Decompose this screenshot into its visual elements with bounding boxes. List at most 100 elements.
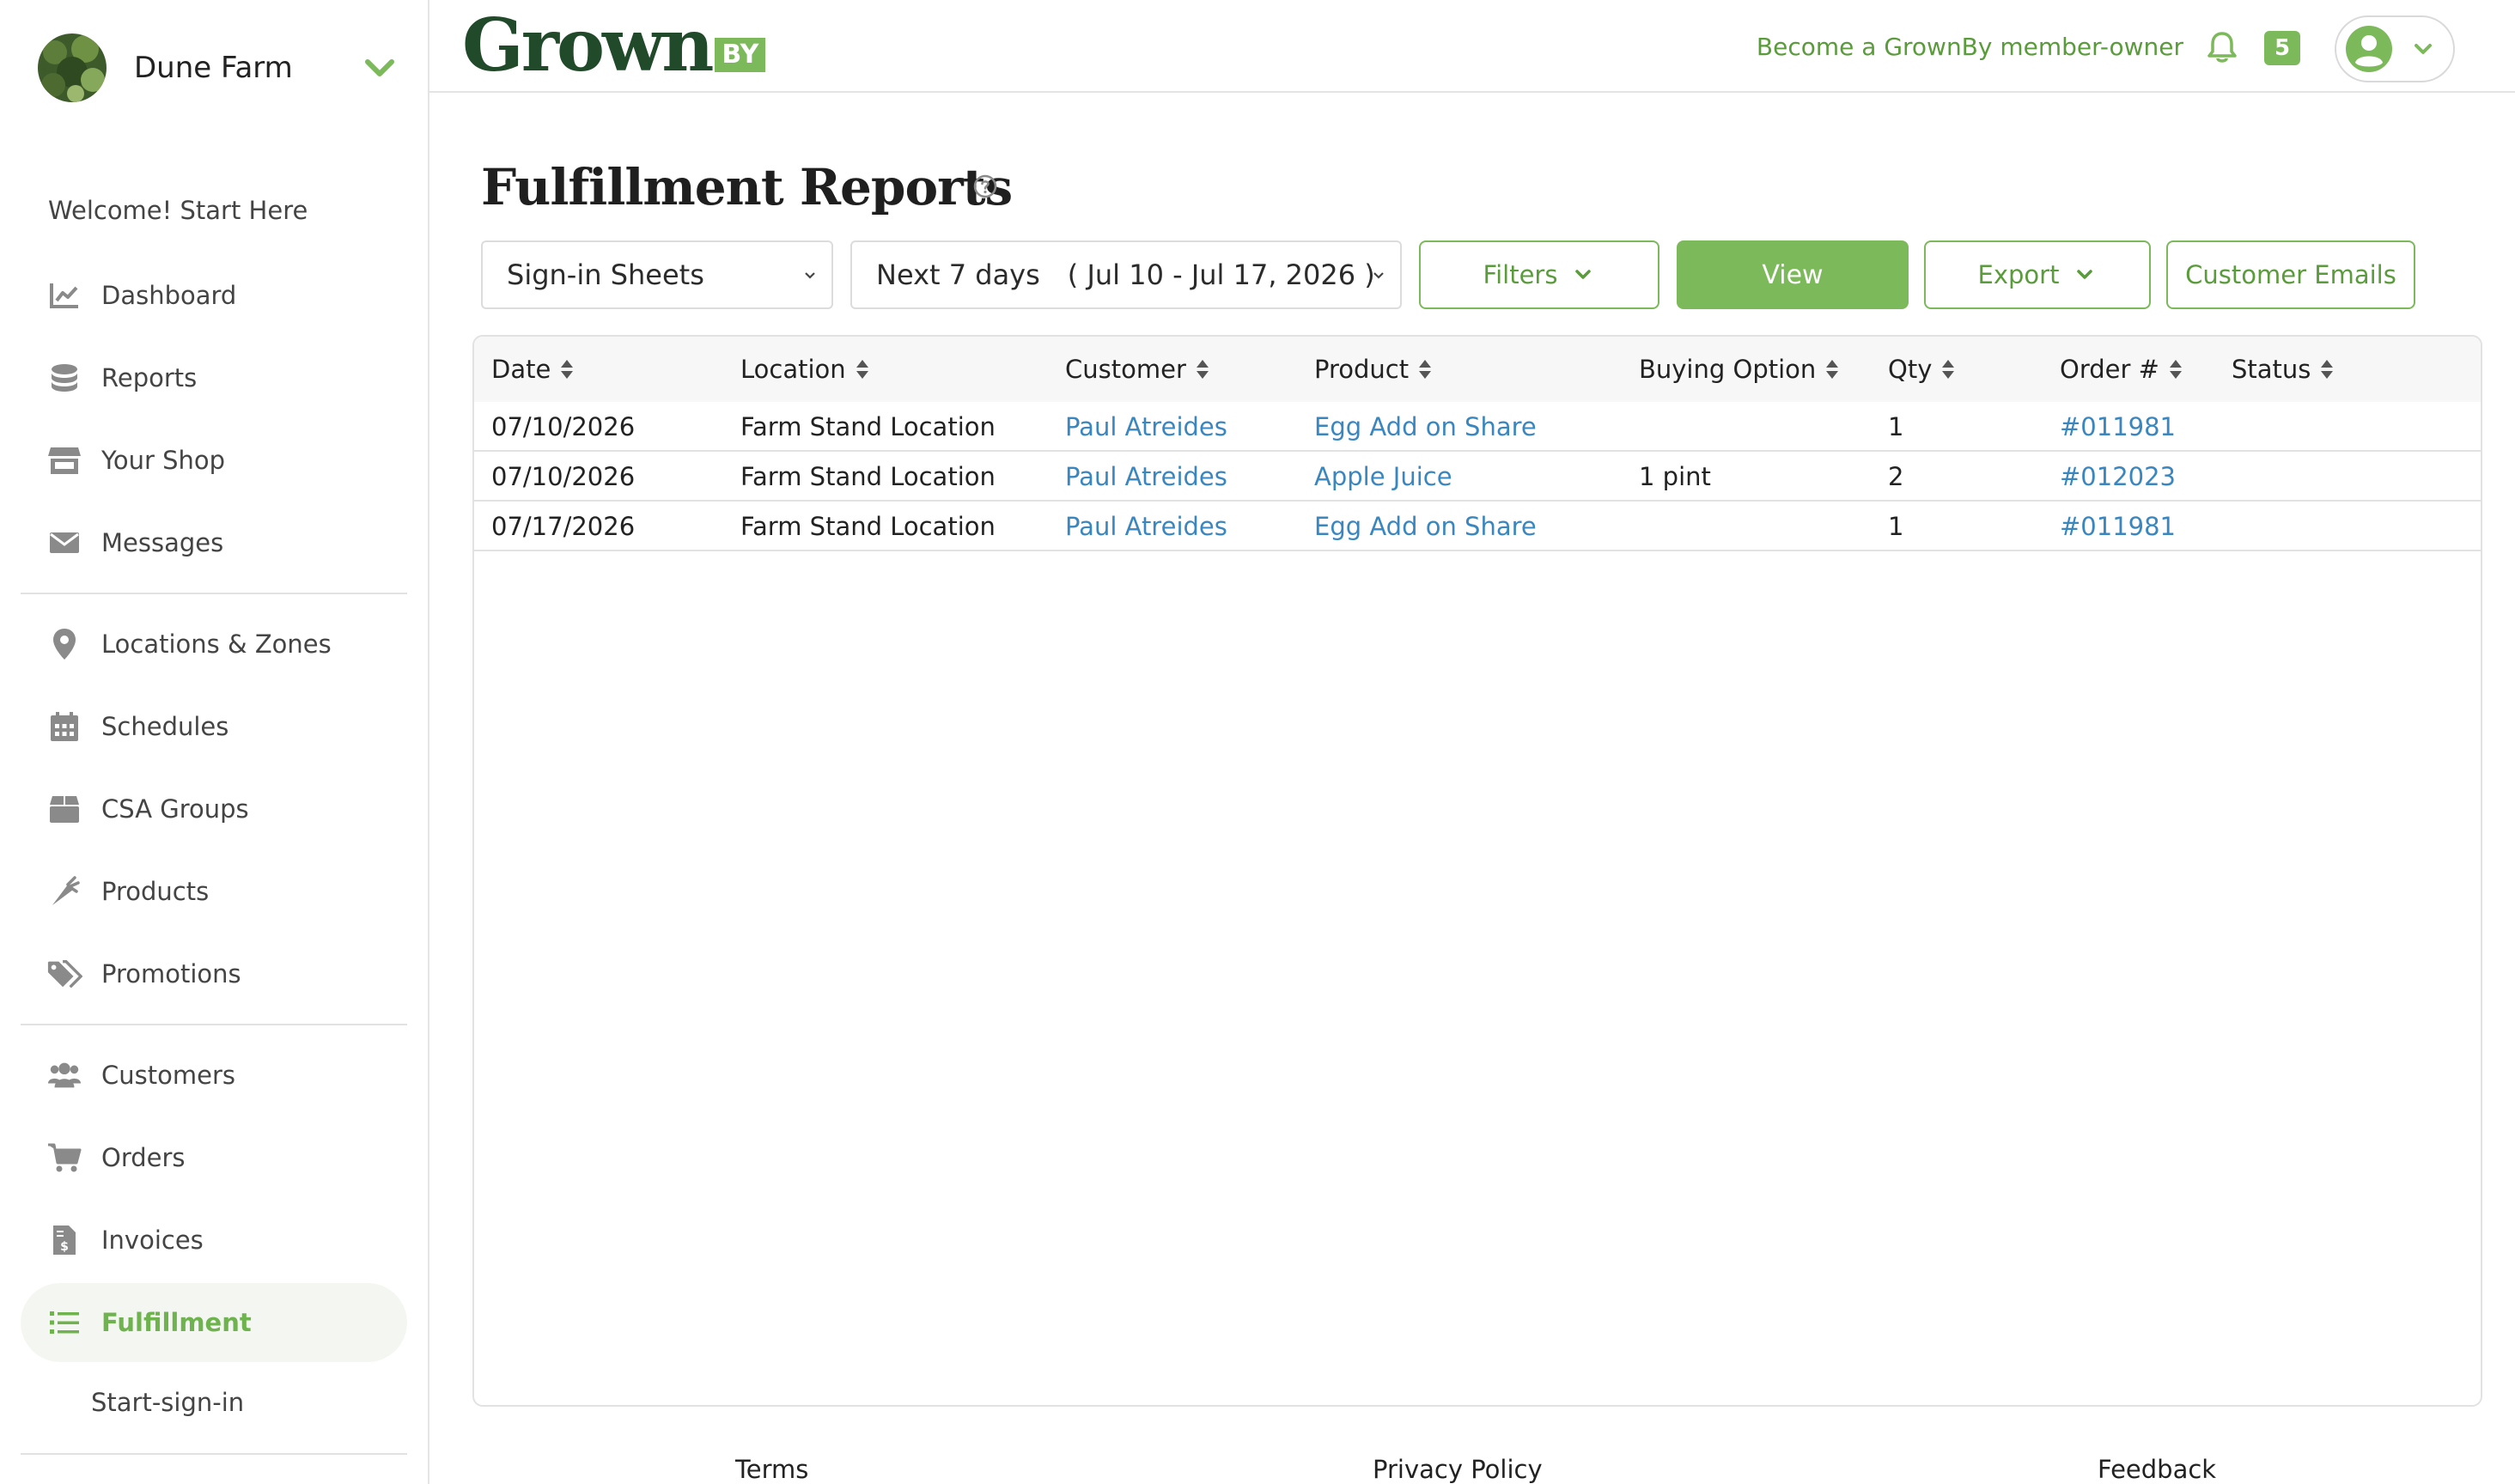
sidebar-item-messages[interactable]: Messages	[21, 503, 407, 582]
sidebar-item-your-shop[interactable]: Your Shop	[21, 421, 407, 500]
envelope-icon	[46, 525, 82, 561]
sidebar-item-locations-zones[interactable]: Locations & Zones	[21, 605, 407, 684]
user-menu[interactable]	[2335, 15, 2455, 82]
sidebar-item-products[interactable]: Products	[21, 852, 407, 931]
footer-feedback-link[interactable]: Feedback	[2098, 1455, 2216, 1484]
welcome-link[interactable]: Welcome! Start Here	[48, 196, 308, 225]
date-range-value: Next 7 days ( Jul 10 - Jul 17, 2026 )	[876, 258, 1375, 291]
cell-customer-link[interactable]: Paul Atreides	[1065, 502, 1227, 551]
sidebar-divider	[21, 1453, 407, 1455]
column-header-date[interactable]: Date	[491, 337, 575, 402]
help-icon[interactable]	[972, 173, 998, 199]
sort-icon	[1942, 360, 1955, 379]
filters-label: Filters	[1483, 260, 1558, 289]
export-label: Export	[1977, 260, 2060, 289]
cart-icon	[46, 1140, 82, 1176]
sidebar-subitem-start-sign-in[interactable]: Start-sign-in	[91, 1388, 244, 1417]
view-label: View	[1762, 259, 1824, 290]
sidebar-item-label: Reports	[101, 363, 198, 392]
table-row: 07/17/2026 Farm Stand Location Paul Atre…	[474, 502, 2481, 551]
customer-emails-button[interactable]: Customer Emails	[2166, 240, 2415, 309]
footer-terms-link[interactable]: Terms	[735, 1455, 808, 1484]
logo-badge: BY	[715, 38, 766, 72]
chevron-down-icon	[1575, 270, 1592, 279]
sidebar-item-csa-groups[interactable]: CSA Groups	[21, 769, 407, 848]
column-header-product[interactable]: Product	[1314, 337, 1433, 402]
report-type-select[interactable]: Sign-in Sheets	[481, 240, 833, 309]
sort-icon	[561, 360, 574, 379]
cell-location: Farm Stand Location	[740, 512, 996, 541]
date-range-select[interactable]: Next 7 days ( Jul 10 - Jul 17, 2026 )	[850, 240, 1402, 309]
cell-customer-link[interactable]: Paul Atreides	[1065, 402, 1227, 452]
export-button[interactable]: Export	[1924, 240, 2151, 309]
chevron-down-icon[interactable]	[361, 49, 399, 87]
cell-date: 07/17/2026	[491, 512, 636, 541]
column-header-label: Qty	[1888, 355, 1933, 384]
fulfillment-table: Date Location Customer Product Buying Op…	[472, 335, 2482, 1407]
sidebar-divider	[21, 593, 407, 594]
sort-icon	[1826, 360, 1839, 379]
sidebar-item-dashboard[interactable]: Dashboard	[21, 256, 407, 335]
member-owner-link[interactable]: Become a GrownBy member-owner	[1757, 33, 2183, 61]
cell-order-link[interactable]: #011981	[2060, 502, 2176, 551]
invoice-icon: $	[46, 1222, 82, 1258]
page-title: Fulfillment Reports	[481, 158, 1013, 216]
column-header-status[interactable]: Status	[2232, 337, 2335, 402]
logo-wordmark: Grown	[462, 3, 714, 88]
table-row: 07/10/2026 Farm Stand Location Paul Atre…	[474, 402, 2481, 452]
column-header-label: Location	[740, 355, 846, 384]
column-header-location[interactable]: Location	[740, 337, 870, 402]
sidebar-item-orders[interactable]: Orders	[21, 1118, 407, 1197]
report-type-value: Sign-in Sheets	[507, 258, 704, 291]
cell-qty: 2	[1888, 462, 1904, 491]
chevron-down-icon	[1373, 272, 1384, 279]
sidebar-item-label: Invoices	[101, 1226, 204, 1255]
view-button[interactable]: View	[1677, 240, 1909, 309]
grownby-logo[interactable]: Grown BY	[462, 3, 766, 88]
sidebar-item-schedules[interactable]: Schedules	[21, 687, 407, 766]
svg-text:$: $	[60, 1240, 69, 1254]
sidebar-divider	[21, 1024, 407, 1025]
coins-icon	[46, 360, 82, 396]
sidebar-item-label: Products	[101, 877, 210, 906]
footer-privacy-link[interactable]: Privacy Policy	[1373, 1455, 1543, 1484]
carrot-icon	[46, 873, 82, 909]
sidebar-item-customers[interactable]: Customers	[21, 1036, 407, 1115]
cell-date: 07/10/2026	[491, 462, 636, 491]
column-header-order[interactable]: Order #	[2060, 337, 2183, 402]
sidebar-item-promotions[interactable]: Promotions	[21, 934, 407, 1013]
sidebar-item-invoices[interactable]: $ Invoices	[21, 1201, 407, 1280]
sort-icon	[2321, 360, 2334, 379]
cell-order-link[interactable]: #012023	[2060, 452, 2176, 502]
bell-icon[interactable]	[2204, 29, 2240, 65]
storefront-icon	[46, 442, 82, 478]
farm-name: Dune Farm	[134, 51, 293, 85]
sidebar-item-label: Customers	[101, 1061, 235, 1090]
map-pin-icon	[46, 626, 82, 662]
cell-order-link[interactable]: #011981	[2060, 402, 2176, 452]
farm-switcher[interactable]: Dune Farm	[38, 33, 399, 103]
sidebar-item-reports[interactable]: Reports	[21, 338, 407, 417]
list-icon	[46, 1305, 82, 1341]
chevron-down-icon	[2415, 44, 2432, 54]
cell-product-link[interactable]: Egg Add on Share	[1314, 402, 1537, 452]
column-header-label: Order #	[2060, 355, 2159, 384]
cell-product-link[interactable]: Apple Juice	[1314, 452, 1452, 502]
cell-buying-option: 1 pint	[1639, 462, 1711, 491]
sort-icon	[2169, 360, 2182, 379]
column-header-qty[interactable]: Qty	[1888, 337, 1956, 402]
sidebar-item-label: CSA Groups	[101, 794, 249, 824]
chevron-down-icon	[805, 272, 815, 279]
cell-customer-link[interactable]: Paul Atreides	[1065, 452, 1227, 502]
cell-location: Farm Stand Location	[740, 412, 996, 441]
customer-emails-label: Customer Emails	[2185, 260, 2396, 289]
cell-product-link[interactable]: Egg Add on Share	[1314, 502, 1537, 551]
sidebar-item-label: Schedules	[101, 712, 229, 741]
sidebar-item-fulfillment[interactable]: Fulfillment	[21, 1283, 407, 1362]
sidebar-item-label: Locations & Zones	[101, 629, 332, 659]
notification-badge: 5	[2264, 31, 2300, 65]
column-header-buying-option[interactable]: Buying Option	[1639, 337, 1840, 402]
filters-button[interactable]: Filters	[1419, 240, 1659, 309]
column-header-customer[interactable]: Customer	[1065, 337, 1210, 402]
sidebar-item-label: Fulfillment	[101, 1308, 252, 1337]
